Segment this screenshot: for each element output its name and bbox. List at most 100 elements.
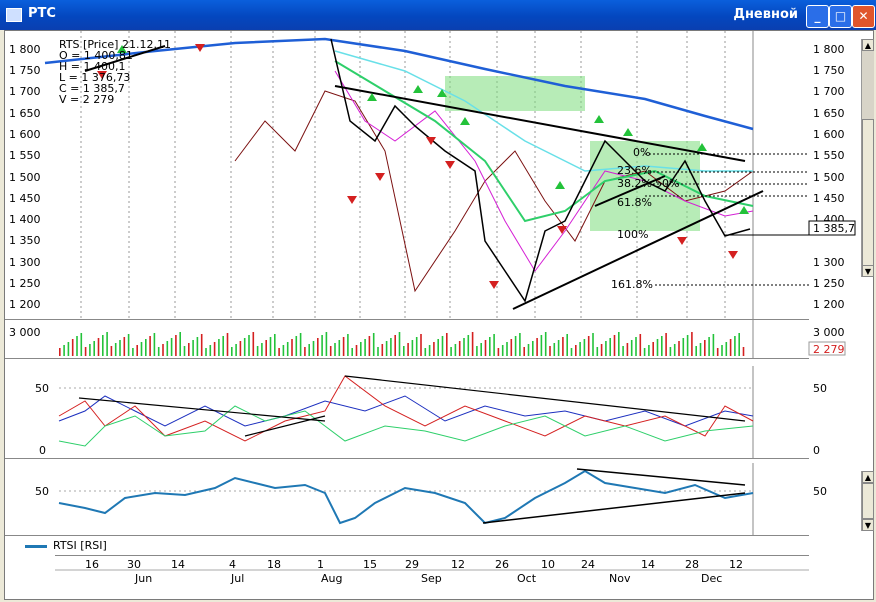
volume-bar <box>583 339 586 356</box>
volume-bar <box>489 337 491 356</box>
volume-bar <box>493 334 495 356</box>
volume-bar <box>596 347 599 356</box>
volume-bar <box>205 348 207 356</box>
volume-bar <box>424 348 427 356</box>
timeframe-label: Дневной <box>733 7 798 22</box>
adx-panel[interactable]: 50 0 50 0 <box>5 366 827 459</box>
svg-text:1 600: 1 600 <box>813 128 845 141</box>
date-12-1: 12 <box>451 558 465 571</box>
volume-bar <box>699 343 702 356</box>
volume-bar <box>673 344 676 356</box>
minimize-button[interactable]: _ <box>806 5 829 28</box>
volume-bar <box>420 334 422 356</box>
volume-bar <box>450 347 452 356</box>
date-10: 10 <box>541 558 555 571</box>
rsi-scrollbar[interactable]: ▲ ▼ <box>861 471 874 531</box>
month-sep: Sep <box>421 572 442 584</box>
svg-text:1 650: 1 650 <box>813 107 845 120</box>
svg-text:1 450: 1 450 <box>9 192 41 205</box>
svg-text:1 250: 1 250 <box>813 277 845 290</box>
volume-bar <box>385 341 388 356</box>
volume-bar <box>84 347 87 356</box>
volume-bar <box>712 334 715 356</box>
volume-bar <box>716 348 719 356</box>
volume-bar <box>656 339 659 356</box>
volume-bar <box>446 333 448 356</box>
price-axis-right: 1 800 1 750 1 700 1 650 1 600 1 550 1 500 1 … <box>813 43 845 311</box>
volume-bar <box>579 342 581 356</box>
volume-bar <box>437 339 439 356</box>
date-14-1: 14 <box>171 558 185 571</box>
volume-bar <box>411 340 414 356</box>
volume-bar <box>196 337 199 356</box>
volume-axis-left: 3 000 <box>9 326 41 339</box>
rsi-scroll-up-arrow[interactable]: ▲ <box>862 471 874 483</box>
volume-bar <box>188 343 190 356</box>
volume-bar <box>218 339 220 356</box>
volume-bar <box>691 332 693 356</box>
volume-bar <box>742 347 745 356</box>
volume-bar <box>729 339 732 356</box>
volume-bar <box>575 345 577 356</box>
month-nov: Nov <box>609 572 631 584</box>
svg-text:1 450: 1 450 <box>813 192 845 205</box>
volume-bar <box>471 332 474 356</box>
volume-bar <box>312 341 315 356</box>
month-jul: Jul <box>230 572 244 584</box>
volume-bar <box>510 339 513 356</box>
volume-bar <box>441 336 444 356</box>
volume-bar <box>119 340 121 356</box>
svg-text:1 200: 1 200 <box>9 298 41 311</box>
price-panel[interactable]: 0% 23.6% 38.2% 50% 61.8% 100% 161.8% 1 8… <box>5 31 856 320</box>
svg-text:1 300: 1 300 <box>9 256 41 269</box>
svg-text:1 250: 1 250 <box>9 277 41 290</box>
scroll-down-arrow[interactable]: ▼ <box>862 265 874 277</box>
fib-label-100: 100% <box>617 228 648 241</box>
month-aug: Aug <box>321 572 342 584</box>
scroll-thumb[interactable] <box>862 119 874 269</box>
month-dec: Dec <box>701 572 722 584</box>
volume-bar <box>484 340 487 356</box>
volume-bar <box>622 346 624 356</box>
scroll-up-arrow[interactable]: ▲ <box>862 39 874 51</box>
volume-bar <box>192 340 194 356</box>
volume-bar <box>261 343 263 356</box>
volume-bar <box>501 345 504 356</box>
volume-bar <box>299 333 302 356</box>
volume-bar <box>355 345 358 356</box>
volume-bar <box>458 341 461 356</box>
volume-bar <box>364 339 366 356</box>
volume-bar <box>213 342 216 356</box>
volume-bar <box>351 348 353 356</box>
volume-bar <box>626 343 629 356</box>
svg-text:1 400: 1 400 <box>9 213 41 226</box>
rsi-panel[interactable]: 50 50 <box>5 463 827 536</box>
maximize-button[interactable]: □ <box>829 5 852 28</box>
volume-bar <box>566 334 568 356</box>
volume-bar <box>321 335 323 356</box>
volume-bar <box>59 348 61 356</box>
date-30-1: 30 <box>127 558 141 571</box>
volume-bar <box>613 335 616 356</box>
close-button[interactable]: ✕ <box>852 5 875 28</box>
date-24: 24 <box>581 558 595 571</box>
volume-bar <box>708 337 710 356</box>
volume-panel[interactable]: 3 000 3 000 2 279 <box>5 320 846 359</box>
rsi-scroll-down-arrow[interactable]: ▼ <box>862 519 874 531</box>
volume-bar <box>527 344 530 356</box>
date-18: 18 <box>267 558 281 571</box>
volume-bar <box>467 335 470 356</box>
volume-bar <box>536 338 538 356</box>
volume-bar <box>63 345 65 356</box>
volume-bar <box>686 335 689 356</box>
adx-axis-left-50: 50 <box>35 382 49 395</box>
volume-bar <box>403 346 405 356</box>
price-scrollbar[interactable]: ▲ ▼ <box>861 39 874 277</box>
rsi-scroll-thumb[interactable] <box>862 483 874 519</box>
volume-bar <box>248 335 250 356</box>
legend: RTSI [RSI] <box>25 539 107 552</box>
volume-bar <box>175 335 177 356</box>
volume-bar <box>592 333 594 356</box>
volume-bar <box>308 344 310 356</box>
volume-bar <box>428 345 431 356</box>
